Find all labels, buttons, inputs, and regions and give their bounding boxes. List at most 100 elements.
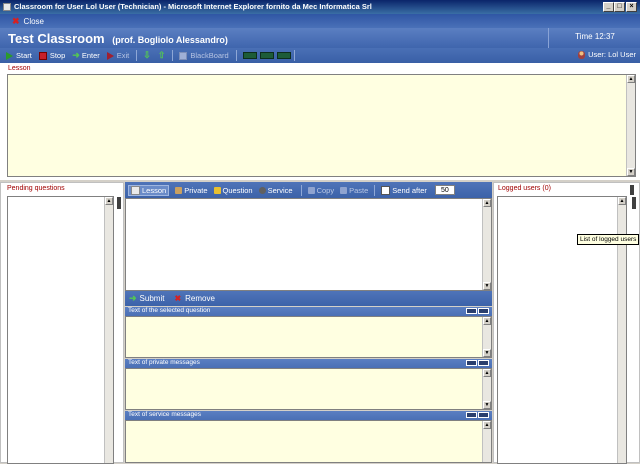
question-icon: [213, 186, 221, 194]
service-messages-text[interactable]: ▲: [125, 420, 492, 463]
classroom-header: Test Classroom (prof. Bogliolo Alessandr…: [0, 28, 640, 48]
close-window-button[interactable]: ×: [626, 2, 637, 12]
tab-separator: [300, 184, 302, 196]
scroll-up-arrow-icon[interactable]: ▲: [483, 199, 491, 207]
close-label: Close: [23, 16, 44, 26]
scroll-up-arrow-icon[interactable]: ▲: [105, 197, 113, 205]
scroll-down-arrow-icon[interactable]: ▼: [483, 401, 491, 409]
remove-label: Remove: [185, 294, 215, 303]
tab-service[interactable]: Service: [258, 185, 293, 195]
close-button[interactable]: ✖ Close: [12, 16, 44, 27]
lesson-label: Lesson: [8, 65, 31, 72]
expand-icon[interactable]: [478, 412, 489, 418]
lesson-panel: Lesson ▲ ▼: [0, 63, 640, 180]
minimize-button[interactable]: _: [603, 2, 614, 12]
board-indicator-icon[interactable]: [276, 52, 291, 59]
exit-label: Exit: [116, 51, 130, 60]
remove-button[interactable]: ✖ Remove: [174, 294, 215, 303]
pending-scrollbar[interactable]: ▲: [104, 197, 113, 463]
board-indicator-icon[interactable]: [242, 52, 257, 59]
tab-private[interactable]: Private: [175, 185, 208, 195]
stop-button[interactable]: Stop: [38, 51, 65, 60]
scroll-down-arrow-icon[interactable]: ▼: [483, 349, 491, 357]
toolbar-separator: [172, 50, 174, 61]
user-label: User: Lol User: [588, 50, 636, 59]
tab-question[interactable]: Question: [213, 185, 253, 195]
scroll-up-arrow-icon[interactable]: ▲: [627, 75, 635, 83]
splitter-handle[interactable]: [117, 197, 121, 209]
tab-question-label: Question: [222, 185, 253, 195]
tab-lesson[interactable]: Lesson: [128, 184, 170, 196]
tab-private-label: Private: [184, 185, 208, 195]
enter-label: Enter: [81, 51, 100, 60]
splitter-handle[interactable]: [630, 185, 634, 195]
send-after-stepper[interactable]: 50: [434, 185, 455, 195]
send-after-label: Send after: [392, 185, 427, 195]
enter-button[interactable]: ➜ Enter: [72, 50, 99, 61]
close-x-icon: ✖: [12, 15, 20, 26]
paste-icon: [340, 186, 348, 194]
classroom-title-row: Test Classroom (prof. Bogliolo Alessandr…: [8, 31, 228, 46]
logged-users-tooltip: List of logged users: [577, 234, 640, 245]
classroom-title: Test Classroom: [8, 31, 105, 46]
window-title: Classroom for User Lol User (Technician)…: [14, 2, 372, 11]
message-compose-area[interactable]: ▲ ▼: [125, 198, 492, 291]
send-after-checkbox[interactable]: Send after: [381, 185, 427, 195]
tab-separator: [374, 184, 376, 196]
copy-label: Copy: [316, 185, 335, 195]
tab-service-label: Service: [267, 185, 293, 195]
lesson-scrollbar[interactable]: ▲ ▼: [626, 75, 635, 176]
collapse-icon[interactable]: [466, 308, 477, 314]
expand-icon[interactable]: [478, 308, 489, 314]
board-indicator-icon[interactable]: [259, 52, 274, 59]
main-toolbar: Start Stop ➜ Enter Exit ⇩ ⇧ BlackBoard U…: [0, 48, 640, 63]
service-messages-scrollbar[interactable]: ▲: [482, 421, 491, 462]
start-button[interactable]: Start: [6, 51, 32, 60]
book-icon: [131, 185, 140, 195]
enter-arrow-icon: ➜: [72, 50, 80, 60]
blackboard-button[interactable]: BlackBoard: [179, 51, 229, 60]
scroll-up-arrow-icon[interactable]: ▲: [483, 369, 491, 377]
toolbar-separator: [235, 50, 237, 61]
pending-questions-list[interactable]: ▲: [7, 196, 114, 464]
toolbar-separator: [136, 50, 138, 61]
paste-button[interactable]: Paste: [340, 186, 368, 195]
private-messages-scrollbar[interactable]: ▲ ▼: [482, 369, 491, 409]
pending-questions-panel: Pending questions ▲: [0, 182, 124, 464]
private-messages-text[interactable]: ▲ ▼: [125, 368, 492, 410]
scroll-up-arrow-icon[interactable]: ▲: [483, 317, 491, 325]
private-messages-header: Text of private messages: [125, 359, 492, 368]
copy-button[interactable]: Copy: [307, 185, 335, 195]
gear-icon: [258, 186, 266, 194]
move-up-button[interactable]: ⇧: [158, 50, 166, 61]
remove-x-icon: ✖: [174, 294, 182, 303]
exit-button[interactable]: Exit: [106, 51, 130, 60]
selected-question-text[interactable]: ▲ ▼: [125, 316, 492, 358]
ie-app-icon: [3, 3, 11, 11]
collapse-icon[interactable]: [466, 360, 477, 366]
expand-icon[interactable]: [478, 360, 489, 366]
submit-button[interactable]: ➜ Submit: [129, 293, 164, 304]
lesson-textarea[interactable]: ▲ ▼: [7, 74, 636, 177]
service-messages-label: Text of service messages: [128, 411, 201, 418]
toolbar-separator: [293, 50, 295, 61]
window-title-bar: Classroom for User Lol User (Technician)…: [0, 0, 640, 14]
collapse-icon[interactable]: [466, 412, 477, 418]
scroll-down-arrow-icon[interactable]: ▼: [483, 282, 491, 290]
maximize-button[interactable]: □: [614, 2, 625, 12]
compose-scrollbar[interactable]: ▲ ▼: [482, 199, 491, 290]
scroll-up-arrow-icon[interactable]: ▲: [483, 421, 491, 429]
move-down-button[interactable]: ⇩: [143, 50, 151, 61]
submit-arrow-icon: ➜: [129, 293, 137, 303]
blackboard-icon: [179, 51, 188, 60]
paste-label: Paste: [349, 185, 369, 195]
scroll-down-arrow-icon[interactable]: ▼: [627, 168, 635, 176]
selected-question-scrollbar[interactable]: ▲ ▼: [482, 317, 491, 357]
close-bar: ✖ Close: [0, 14, 640, 28]
scroll-up-arrow-icon[interactable]: ▲: [618, 197, 626, 205]
current-user: User: Lol User: [578, 50, 636, 59]
logged-users-label: Logged users (0): [498, 185, 551, 192]
logged-users-panel: Logged users (0) ▲: [493, 182, 640, 464]
message-tab-bar: Lesson Private Question Service Copy Pas…: [125, 182, 492, 198]
splitter-handle[interactable]: [632, 197, 636, 209]
